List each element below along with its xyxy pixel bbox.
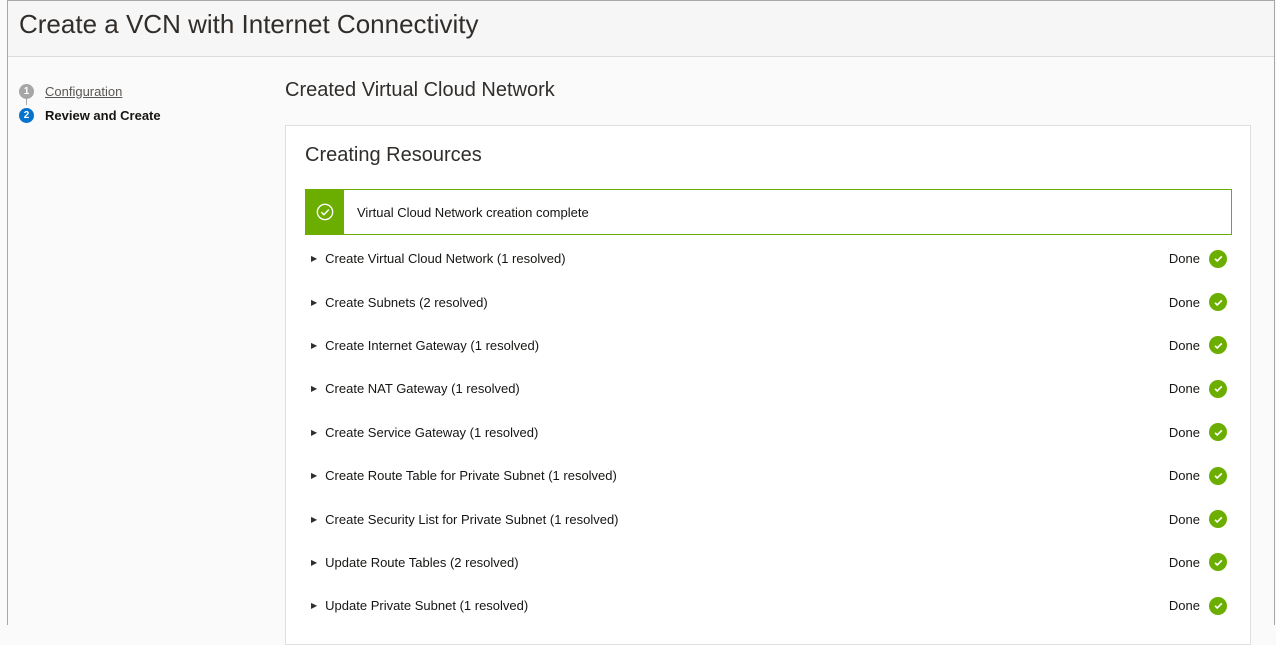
check-icon [1209,336,1227,355]
task-status: Done [1168,553,1227,572]
task-label: Update Private Subnet (1 resolved) [325,598,529,614]
step-review-and-create: 2 Review and Create [19,103,161,127]
task-status: Done [1168,249,1227,268]
check-icon [1209,249,1227,268]
creating-resources-panel: Creating Resources Virtual Cloud Network… [285,125,1251,645]
dialog: Create a VCN with Internet Connectivity … [7,0,1275,645]
task-row[interactable]: ▶ Create Subnets (2 resolved) Done [305,280,1232,323]
caret-right-icon[interactable]: ▶ [311,558,317,567]
status-label: Done [1168,424,1200,440]
task-row[interactable]: ▶ Update Private Subnet (1 resolved) Don… [305,584,1232,627]
check-circle-icon [306,190,344,234]
task-status: Done [1168,336,1227,355]
task-label: Create Security List for Private Subnet … [325,511,619,527]
task-label: Create Service Gateway (1 resolved) [325,424,539,440]
task-status: Done [1168,423,1227,442]
section-title: Created Virtual Cloud Network [285,79,555,101]
task-row[interactable]: ▶ Create NAT Gateway (1 resolved) Done [305,367,1232,410]
caret-right-icon[interactable]: ▶ [311,341,317,350]
success-alert: Virtual Cloud Network creation complete [305,189,1232,235]
task-label: Create Internet Gateway (1 resolved) [325,337,540,353]
status-label: Done [1168,468,1200,484]
caret-right-icon[interactable]: ▶ [311,471,317,480]
task-list: ▶ Create Virtual Cloud Network (1 resolv… [305,237,1232,628]
task-row[interactable]: ▶ Create Security List for Private Subne… [305,497,1232,540]
caret-right-icon[interactable]: ▶ [311,384,317,393]
caret-right-icon[interactable]: ▶ [311,515,317,524]
task-label: Update Route Tables (2 resolved) [325,554,519,570]
status-label: Done [1168,598,1200,614]
task-status: Done [1168,596,1227,615]
task-label: Create Virtual Cloud Network (1 resolved… [325,251,566,267]
step-label: Review and Create [45,107,161,123]
status-label: Done [1168,294,1200,310]
step-configuration[interactable]: 1 Configuration [19,79,161,105]
step-number: 2 [19,107,34,123]
caret-right-icon[interactable]: ▶ [311,601,317,610]
check-icon [1209,510,1227,529]
status-label: Done [1168,554,1200,570]
step-connector [26,95,27,105]
task-row[interactable]: ▶ Create Route Table for Private Subnet … [305,454,1232,497]
task-label: Create Subnets (2 resolved) [325,294,488,310]
alert-message: Virtual Cloud Network creation complete [357,204,589,220]
caret-right-icon[interactable]: ▶ [311,254,317,263]
check-icon [1209,293,1227,312]
page-title: Create a VCN with Internet Connectivity [19,9,479,39]
task-row[interactable]: ▶ Create Service Gateway (1 resolved) Do… [305,411,1232,454]
task-row[interactable]: ▶ Create Virtual Cloud Network (1 resolv… [305,237,1232,280]
check-icon [1209,423,1227,442]
task-row[interactable]: ▶ Update Route Tables (2 resolved) Done [305,541,1232,584]
status-label: Done [1168,511,1200,527]
task-status: Done [1168,466,1227,485]
task-status: Done [1168,293,1227,312]
task-label: Create NAT Gateway (1 resolved) [325,381,520,397]
wizard-steps: 1 Configuration 2 Review and Create [19,79,161,127]
title-bar: Create a VCN with Internet Connectivity [8,1,1274,57]
task-label: Create Route Table for Private Subnet (1… [325,468,617,484]
check-icon [1209,596,1227,615]
check-icon [1209,553,1227,572]
status-label: Done [1168,337,1200,353]
panel-title: Creating Resources [305,144,482,166]
caret-right-icon[interactable]: ▶ [311,428,317,437]
status-label: Done [1168,251,1200,267]
status-label: Done [1168,381,1200,397]
task-status: Done [1168,379,1227,398]
caret-right-icon[interactable]: ▶ [311,298,317,307]
task-row[interactable]: ▶ Create Internet Gateway (1 resolved) D… [305,324,1232,367]
step-label[interactable]: Configuration [45,84,122,99]
task-status: Done [1168,510,1227,529]
check-icon [1209,379,1227,398]
check-icon [1209,466,1227,485]
